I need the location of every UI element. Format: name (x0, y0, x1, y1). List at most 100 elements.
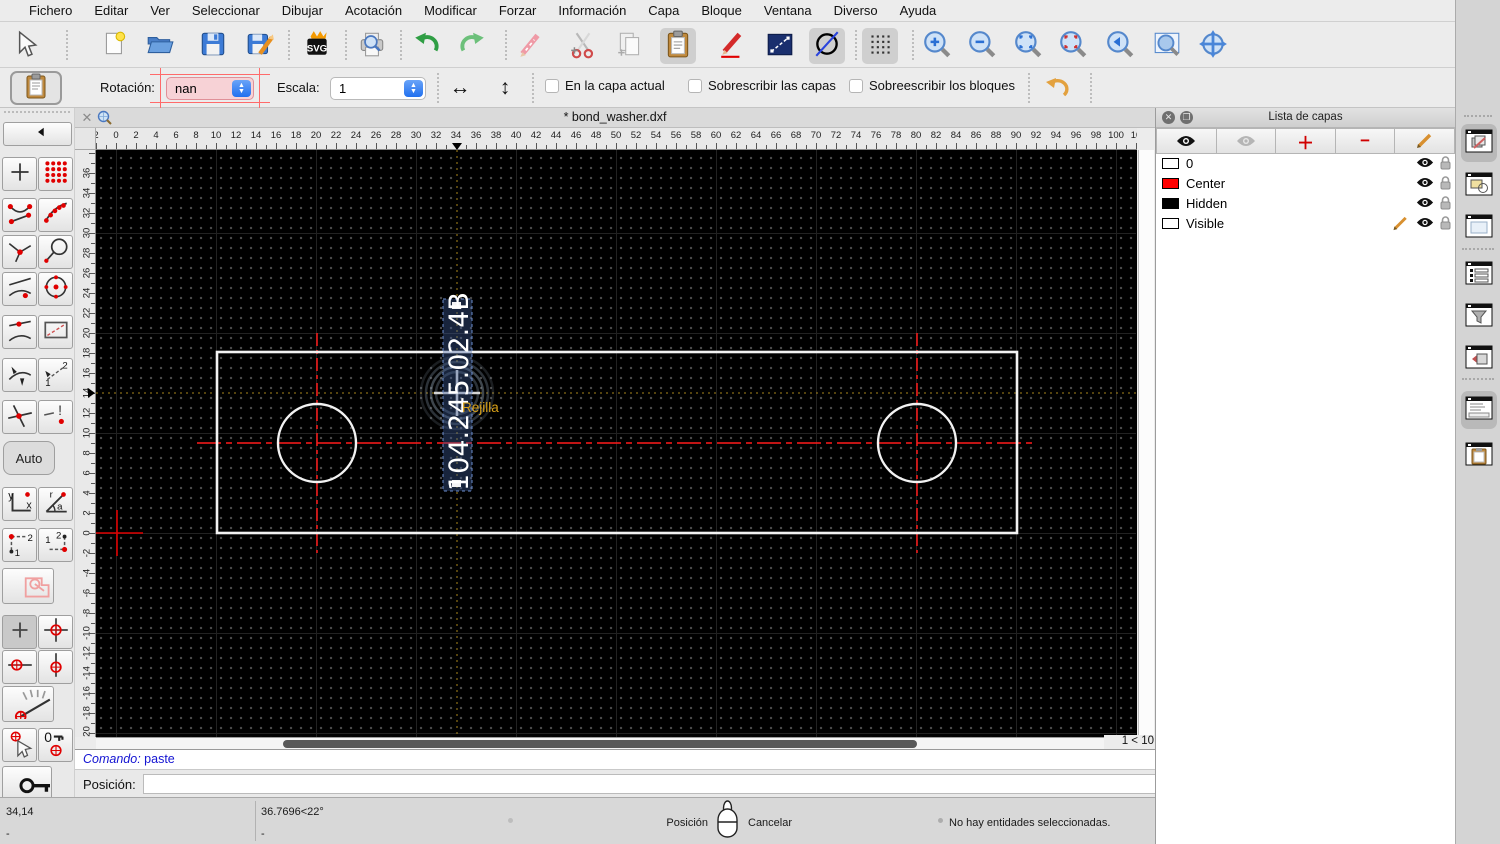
menu-dibujar[interactable]: Dibujar (271, 0, 334, 22)
add-layer-button[interactable]: ＋ (1276, 128, 1336, 154)
remove-layer-button[interactable]: − (1335, 128, 1396, 154)
checkbox-sobrescribir-las-capas[interactable]: Sobrescribir las capas (688, 78, 836, 93)
zoom-pan-button[interactable] (1195, 28, 1231, 64)
layer-lock-icon[interactable] (1439, 176, 1452, 195)
coord-cartesian-button[interactable]: yx (2, 487, 37, 521)
pasted-text-entity[interactable]: 104.245.02.4B (444, 292, 475, 491)
layer-row-center[interactable]: Center (1156, 174, 1455, 194)
drawing-canvas[interactable]: 104.245.02.4B Rejilla (96, 150, 1137, 737)
block-list-panel-button[interactable] (1461, 167, 1497, 205)
menu-información[interactable]: Información (547, 0, 637, 22)
named-views-panel-button[interactable] (1461, 256, 1497, 294)
set-relative-zero-button[interactable] (2, 728, 37, 762)
zoom-window-button[interactable] (1149, 28, 1185, 64)
layer-color-swatch[interactable] (1162, 218, 1179, 229)
layer-color-swatch[interactable] (1162, 198, 1179, 209)
vertical-scrollbar[interactable] (1138, 150, 1154, 737)
snap-free-button[interactable] (2, 157, 37, 191)
arrow-cursor-button[interactable] (7, 28, 43, 64)
snap-grid-button[interactable] (38, 157, 73, 191)
restrict-orthogonal-button[interactable] (38, 615, 73, 649)
restrict-nothing-button[interactable] (2, 615, 37, 649)
corner-order-a-button[interactable]: 12 (2, 528, 37, 562)
stepper-icon[interactable]: ▲ ▼ (404, 80, 423, 97)
open-file-button[interactable] (142, 28, 178, 64)
horizontal-scrollbar[interactable] (96, 737, 1110, 749)
command-line[interactable]: Comando: paste (75, 749, 1155, 769)
layer-visibility-eye-icon[interactable] (1416, 176, 1434, 194)
position-input[interactable] (143, 774, 1195, 794)
menu-diverso[interactable]: Diverso (823, 0, 889, 22)
zoom-auto-button[interactable] (1010, 28, 1046, 64)
hide-all-layers-button[interactable] (1216, 128, 1277, 154)
checkbox-en-la-capa-actual[interactable]: En la capa actual (545, 78, 665, 93)
checkbox-icon[interactable] (849, 78, 863, 93)
corner-order-b-button[interactable]: 12 (38, 528, 73, 562)
snap-on-entity-button[interactable] (38, 198, 73, 232)
layer-row-visible[interactable]: Visible (1156, 214, 1455, 234)
menu-fichero[interactable]: Fichero (18, 0, 83, 22)
print-preview-button[interactable] (354, 28, 390, 64)
layer-lock-icon[interactable] (1439, 216, 1452, 235)
layer-visibility-eye-icon[interactable] (1416, 156, 1434, 174)
scrollbar-thumb[interactable] (283, 740, 917, 748)
circle-tool-button[interactable] (809, 28, 845, 64)
menu-modificar[interactable]: Modificar (413, 0, 488, 22)
save-as-button[interactable] (242, 28, 278, 64)
layer-lock-icon[interactable] (1439, 156, 1452, 175)
zoom-previous-button[interactable] (1102, 28, 1138, 64)
layer-color-swatch[interactable] (1162, 178, 1179, 189)
copy-button[interactable] (612, 28, 648, 64)
new-file-button[interactable] (97, 28, 133, 64)
layer-visibility-eye-icon[interactable] (1416, 216, 1434, 234)
layer-row-0[interactable]: 0 (1156, 154, 1455, 174)
snap-intersection-cross-button[interactable] (2, 400, 37, 434)
menu-seleccionar[interactable]: Seleccionar (181, 0, 271, 22)
snap-circle-handle-button[interactable] (38, 235, 73, 269)
layer-list-panel-button[interactable] (1461, 124, 1497, 162)
layer-row-hidden[interactable]: Hidden (1156, 194, 1455, 214)
zoom-select-button[interactable] (1055, 28, 1091, 64)
zoom-in-button[interactable] (919, 28, 955, 64)
show-all-layers-button[interactable] (1156, 128, 1217, 154)
checkbox-icon[interactable] (545, 78, 559, 93)
snap-distance-manual-button[interactable]: 12 (38, 358, 73, 392)
snap-endpoints-button[interactable] (2, 198, 37, 232)
paste-button[interactable] (660, 28, 696, 64)
restrict-horizontal-button[interactable] (2, 650, 37, 684)
menu-ayuda[interactable]: Ayuda (889, 0, 948, 22)
lock-relative-zero-button[interactable]: 0 (38, 728, 73, 762)
menu-capa[interactable]: Capa (637, 0, 690, 22)
paste-mode-button[interactable] (10, 71, 62, 105)
snap-tangent-button[interactable] (2, 272, 37, 306)
flip-vertical-button[interactable]: ↕ (489, 75, 521, 103)
svg-export-button[interactable]: SVG (299, 28, 335, 64)
flip-horizontal-button[interactable]: ↔ (444, 75, 476, 103)
clipboard-panel-button[interactable] (1461, 437, 1497, 475)
menu-ventana[interactable]: Ventana (753, 0, 823, 22)
restrict-shape-button[interactable] (2, 568, 54, 604)
snap-intersection-button[interactable] (2, 235, 37, 269)
snap-distance-button[interactable] (2, 358, 37, 392)
stepper-icon[interactable]: ▲ ▼ (232, 80, 251, 97)
entity-filter-panel-button[interactable] (1461, 298, 1497, 336)
layer-color-swatch[interactable] (1162, 158, 1179, 169)
snap-center-button[interactable] (38, 272, 73, 306)
pen-button[interactable] (512, 28, 548, 64)
menu-ver[interactable]: Ver (139, 0, 181, 22)
edit-layer-button[interactable] (1395, 128, 1455, 154)
back-button[interactable] (3, 122, 72, 146)
draw-pen-button[interactable] (715, 28, 751, 64)
save-file-button[interactable] (195, 28, 231, 64)
undo-paste-button[interactable] (1038, 72, 1074, 104)
undo-button[interactable] (409, 28, 445, 64)
scale-select[interactable]: 1 ▲ ▼ (330, 77, 426, 100)
exploded-view-panel-button[interactable] (1461, 340, 1497, 378)
menu-forzar[interactable]: Forzar (488, 0, 548, 22)
redo-button[interactable] (454, 28, 490, 64)
snap-middle-button[interactable] (2, 315, 37, 349)
snap-intersection-manual-button[interactable]: ! (38, 400, 73, 434)
zoom-out-button[interactable] (964, 28, 1000, 64)
restrict-vertical-button[interactable] (38, 650, 73, 684)
rotation-select[interactable]: nan ▲ ▼ (166, 77, 254, 100)
